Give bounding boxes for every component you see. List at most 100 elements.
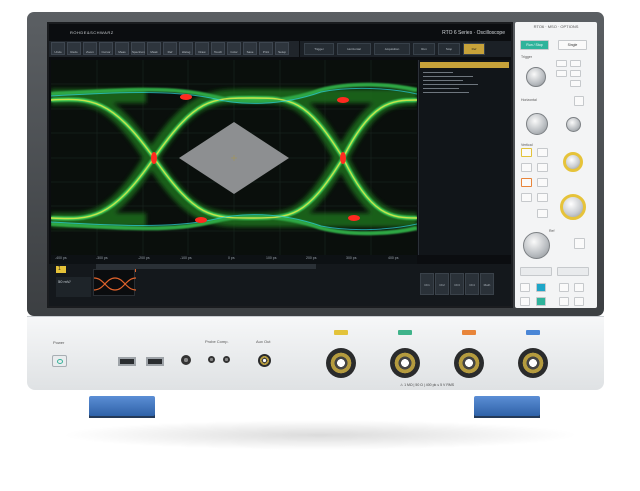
zoom-key[interactable] bbox=[574, 96, 584, 106]
horizontal-position-knob[interactable] bbox=[566, 117, 581, 132]
left-foot bbox=[89, 396, 155, 416]
x-tick-label: -300 ps bbox=[96, 256, 108, 260]
multipurpose-knob[interactable] bbox=[523, 232, 550, 259]
front-connector-panel bbox=[27, 316, 604, 390]
trigger-auto-key[interactable] bbox=[570, 60, 581, 67]
horizontal-section-label: Horizontal bbox=[521, 98, 537, 102]
stop-button[interactable]: Stop bbox=[438, 43, 460, 55]
toolbar-button-color[interactable]: Color bbox=[227, 42, 241, 55]
bottom-button-ch3[interactable]: Ch3 bbox=[450, 273, 464, 295]
function-key-4[interactable] bbox=[574, 283, 584, 292]
mini-waveform-svg bbox=[93, 277, 137, 291]
channel-1-input-connector[interactable] bbox=[326, 348, 356, 378]
aux-out-connector[interactable] bbox=[258, 354, 271, 367]
toolbar-button-draw[interactable]: Draw bbox=[195, 42, 209, 55]
x-tick-label: -100 ps bbox=[180, 256, 192, 260]
bottom-channel-buttons: Ch1 Ch2 Ch3 Ch4 Math bbox=[420, 273, 496, 295]
toolbar-button-undo[interactable]: Undo bbox=[51, 42, 65, 55]
channel-1-key[interactable] bbox=[521, 148, 532, 157]
setup-key[interactable] bbox=[520, 267, 552, 276]
panel-row bbox=[423, 92, 469, 94]
x-tick-label: -400 ps bbox=[55, 256, 67, 260]
toolbar-button-redo[interactable]: Redo bbox=[67, 42, 81, 55]
channel-scale-box[interactable]: 50 mV/ bbox=[56, 277, 91, 297]
toolbar-button-zoom[interactable]: Zoom bbox=[83, 42, 97, 55]
horizontal-scale-knob[interactable] bbox=[526, 113, 548, 135]
x-tick-label: 300 ps bbox=[346, 256, 357, 260]
right-foot bbox=[474, 396, 540, 416]
function-key-7[interactable] bbox=[559, 297, 569, 306]
settings-toolbar: Trigger Horizontal Acquisition Run Stop … bbox=[300, 41, 511, 57]
function-key-6[interactable] bbox=[536, 297, 546, 306]
channel-4-key[interactable] bbox=[537, 163, 548, 172]
bottom-button-math[interactable]: Math bbox=[480, 273, 494, 295]
mini-waveform-preview[interactable] bbox=[93, 269, 137, 296]
toolbar-button-setup[interactable]: Setup bbox=[275, 42, 289, 55]
screen-toolbar: Undo Redo Zoom Cursor Meas Spectrum Mask… bbox=[49, 41, 299, 57]
bottom-button-ch4[interactable]: Ch4 bbox=[465, 273, 479, 295]
single-key[interactable]: Single bbox=[558, 40, 587, 50]
acquisition-settings-button[interactable]: Acquisition bbox=[374, 43, 410, 55]
enter-key[interactable] bbox=[574, 238, 585, 249]
channel-3-input-connector[interactable] bbox=[454, 348, 484, 378]
usb-port-2[interactable] bbox=[146, 357, 164, 366]
brand-logo-text: ROHDE&SCHWARZ bbox=[70, 30, 114, 35]
power-label: Power bbox=[53, 340, 65, 345]
function-key-5[interactable] bbox=[520, 297, 530, 306]
digital-key[interactable] bbox=[537, 193, 548, 202]
run-stop-key[interactable]: Run / Stop bbox=[520, 40, 549, 50]
channel-1-badge[interactable]: 1 bbox=[56, 266, 66, 273]
bus-key[interactable] bbox=[521, 193, 532, 202]
aux-out-label: Aux Out bbox=[256, 339, 271, 344]
function-key-8[interactable] bbox=[574, 297, 584, 306]
toolbar-button-touch[interactable]: Touch bbox=[211, 42, 225, 55]
toolbar-button-ref[interactable]: Ref bbox=[163, 42, 177, 55]
probe-comp-terminal-1[interactable] bbox=[208, 356, 215, 363]
ground-terminal[interactable] bbox=[181, 355, 191, 365]
x-tick-label: 400 ps bbox=[388, 256, 399, 260]
ref-button[interactable]: Ref bbox=[463, 43, 485, 55]
ref-key[interactable] bbox=[537, 178, 548, 187]
usb-port-1[interactable] bbox=[118, 357, 136, 366]
panel-row bbox=[423, 84, 478, 86]
run-button[interactable]: Run bbox=[413, 43, 435, 55]
bottom-button-ch1[interactable]: Ch1 bbox=[420, 273, 434, 295]
toolbar-button-meas[interactable]: Meas bbox=[115, 42, 129, 55]
channel-2-color-tag bbox=[398, 330, 412, 335]
horizontal-settings-button[interactable]: Horizontal bbox=[337, 43, 371, 55]
x-tick-label: -200 ps bbox=[138, 256, 150, 260]
vertical-position-knob[interactable] bbox=[560, 194, 586, 220]
function-key-3[interactable] bbox=[559, 283, 569, 292]
toolbar-button-print[interactable]: Print bbox=[259, 42, 273, 55]
power-button[interactable] bbox=[52, 355, 67, 367]
channel-4-input-connector[interactable] bbox=[518, 348, 548, 378]
control-panel-header: RTO6 · MSO · OPTIONS bbox=[533, 24, 579, 29]
eye-diagram-plot[interactable] bbox=[50, 60, 418, 255]
channel-2-key[interactable] bbox=[537, 148, 548, 157]
trigger-mode-key[interactable] bbox=[570, 70, 581, 77]
function-key-1[interactable] bbox=[520, 283, 530, 292]
toolbar-button-spectrum[interactable]: Spectrum bbox=[131, 42, 145, 55]
auto-set-key[interactable] bbox=[557, 267, 589, 276]
trigger-setup-key[interactable] bbox=[556, 60, 567, 67]
function-key-2[interactable] bbox=[536, 283, 546, 292]
math-key[interactable] bbox=[521, 178, 532, 187]
bottom-button-ch2[interactable]: Ch2 bbox=[435, 273, 449, 295]
trigger-settings-button[interactable]: Trigger bbox=[304, 43, 334, 55]
xy-key[interactable] bbox=[537, 209, 548, 218]
trigger-force-key[interactable] bbox=[570, 80, 581, 87]
panel-row bbox=[423, 76, 473, 78]
toolbar-button-mask[interactable]: Mask bbox=[147, 42, 161, 55]
trigger-level-knob[interactable] bbox=[526, 67, 546, 87]
channel-3-key[interactable] bbox=[521, 163, 532, 172]
toolbar-button-cursor[interactable]: Cursor bbox=[99, 42, 113, 55]
panel-row bbox=[423, 72, 453, 74]
toolbar-button-save[interactable]: Save bbox=[243, 42, 257, 55]
side-panel-header[interactable] bbox=[420, 62, 509, 68]
channel-2-input-connector[interactable] bbox=[390, 348, 420, 378]
x-tick-label: 100 ps bbox=[266, 256, 277, 260]
vertical-scale-knob[interactable] bbox=[563, 152, 583, 172]
toolbar-button-histogram[interactable]: Histog bbox=[179, 42, 193, 55]
probe-comp-terminal-2[interactable] bbox=[223, 356, 230, 363]
trigger-source-key[interactable] bbox=[556, 70, 567, 77]
